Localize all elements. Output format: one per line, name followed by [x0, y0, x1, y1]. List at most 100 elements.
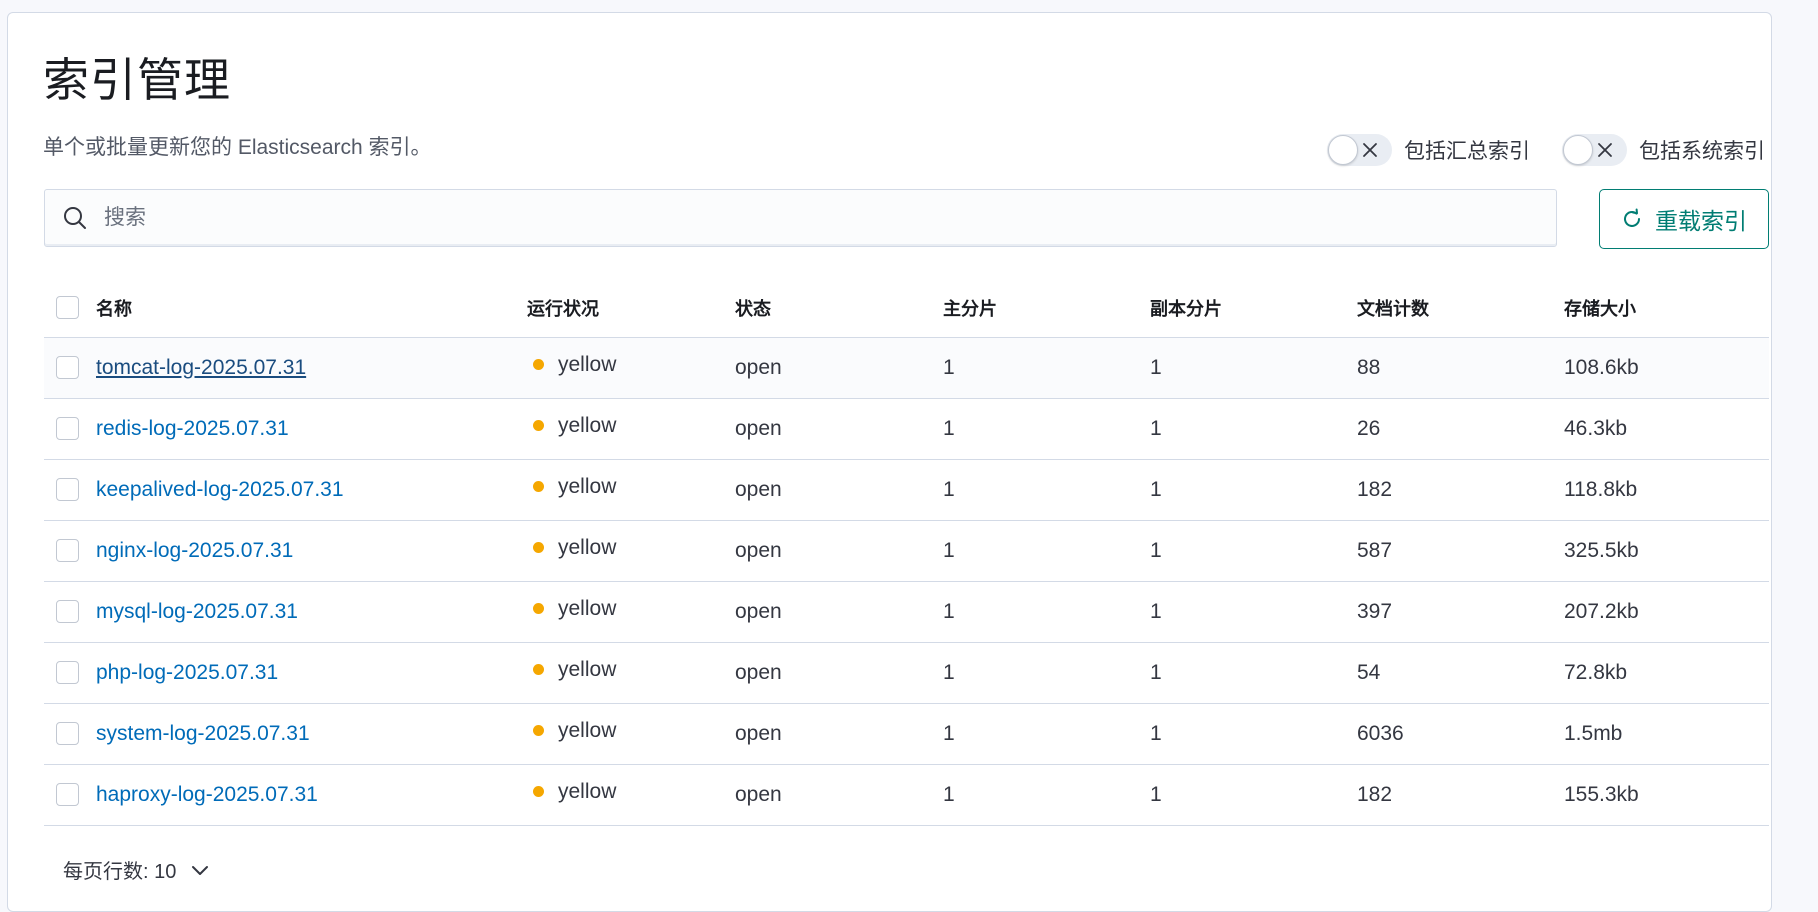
switch-knob — [1328, 135, 1358, 165]
index-name-link[interactable]: keepalived-log-2025.07.31 — [96, 478, 344, 501]
cross-icon — [1598, 143, 1612, 157]
replicas-cell: 1 — [1150, 642, 1357, 704]
row-checkbox[interactable] — [56, 600, 79, 624]
health-dot-icon — [533, 603, 544, 615]
replicas-cell: 1 — [1150, 337, 1357, 399]
row-select-cell — [44, 642, 96, 704]
include-rollup-label[interactable]: 包括汇总索引 — [1404, 135, 1530, 165]
row-select-cell — [44, 581, 96, 643]
docs-count-cell: 182 — [1357, 764, 1564, 826]
primaries-cell: 1 — [943, 642, 1150, 704]
index-name-cell: tomcat-log-2025.07.31 — [96, 337, 527, 399]
health-cell: yellow — [527, 459, 735, 521]
page-title: 索引管理 — [43, 54, 231, 106]
column-header-health[interactable]: 运行状况 — [527, 279, 735, 338]
reload-indices-label: 重载索引 — [1655, 208, 1747, 234]
index-name-link[interactable]: haproxy-log-2025.07.31 — [96, 783, 318, 806]
include-system-switch[interactable] — [1562, 134, 1627, 166]
index-name-link[interactable]: php-log-2025.07.31 — [96, 661, 278, 684]
chevron-down-icon — [192, 865, 209, 875]
docs-count-cell: 182 — [1357, 459, 1564, 521]
include-rollup-switch[interactable] — [1327, 134, 1392, 166]
column-header-name[interactable]: 名称 — [96, 279, 527, 338]
toggle-include-system: 包括系统索引 — [1562, 134, 1765, 166]
select-all-checkbox[interactable] — [56, 296, 79, 320]
primaries-cell: 1 — [943, 520, 1150, 582]
row-select-cell — [44, 703, 96, 765]
row-checkbox[interactable] — [56, 417, 79, 441]
health-dot-icon — [533, 481, 544, 493]
row-select-cell — [44, 520, 96, 582]
rows-per-page-label: 每页行数: 10 — [63, 861, 177, 883]
include-system-label[interactable]: 包括系统索引 — [1639, 135, 1765, 165]
cross-icon — [1363, 143, 1377, 157]
indices-table-body: tomcat-log-2025.07.31 yellow open 1 1 88 108.6… — [44, 337, 1769, 826]
replicas-cell: 1 — [1150, 459, 1357, 521]
replicas-cell: 1 — [1150, 764, 1357, 826]
rows-per-page-selector[interactable]: 每页行数: 10 — [63, 855, 210, 884]
health-dot-icon — [533, 420, 544, 432]
docs-count-cell: 88 — [1357, 337, 1564, 399]
index-name-link[interactable]: redis-log-2025.07.31 — [96, 417, 289, 440]
index-management-panel: 索引管理 单个或批量更新您的 Elasticsearch 索引。 包括汇总索引 … — [7, 12, 1772, 912]
health-dot-icon — [533, 786, 544, 798]
docs-count-cell: 26 — [1357, 398, 1564, 460]
health-cell: yellow — [527, 581, 735, 643]
column-header-status[interactable]: 状态 — [735, 279, 943, 338]
health-text: yellow — [558, 474, 617, 498]
storage-size-cell: 1.5mb — [1564, 703, 1769, 765]
health-text: yellow — [558, 596, 617, 620]
row-checkbox[interactable] — [56, 539, 79, 563]
status-cell: open — [735, 642, 943, 704]
toggle-include-rollup: 包括汇总索引 — [1327, 134, 1530, 166]
replicas-cell: 1 — [1150, 581, 1357, 643]
index-name-link[interactable]: mysql-log-2025.07.31 — [96, 600, 298, 623]
reload-indices-button[interactable]: 重载索引 — [1599, 189, 1769, 249]
primaries-cell: 1 — [943, 764, 1150, 826]
health-cell: yellow — [527, 703, 735, 765]
column-header-replicas[interactable]: 副本分片 — [1150, 279, 1357, 338]
row-checkbox[interactable] — [56, 661, 79, 685]
health-text: yellow — [558, 413, 617, 437]
health-dot-icon — [533, 725, 544, 737]
health-cell: yellow — [527, 337, 735, 399]
health-text: yellow — [558, 779, 617, 803]
status-cell: open — [735, 398, 943, 460]
index-name-cell: system-log-2025.07.31 — [96, 703, 527, 765]
health-cell: yellow — [527, 398, 735, 460]
table-row: php-log-2025.07.31 yellow open 1 1 54 72.8kb — [44, 642, 1769, 704]
primaries-cell: 1 — [943, 337, 1150, 399]
select-all-cell — [44, 279, 96, 338]
row-checkbox[interactable] — [56, 783, 79, 807]
row-checkbox[interactable] — [56, 722, 79, 746]
status-cell: open — [735, 581, 943, 643]
health-text: yellow — [558, 657, 617, 681]
table-row: redis-log-2025.07.31 yellow open 1 1 26 46.3kb — [44, 398, 1769, 460]
status-cell: open — [735, 459, 943, 521]
storage-size-cell: 72.8kb — [1564, 642, 1769, 704]
index-name-cell: php-log-2025.07.31 — [96, 642, 527, 704]
search-input[interactable] — [102, 205, 1502, 231]
docs-count-cell: 397 — [1357, 581, 1564, 643]
index-name-link[interactable]: tomcat-log-2025.07.31 — [96, 356, 306, 379]
row-checkbox[interactable] — [56, 478, 79, 502]
row-checkbox[interactable] — [56, 356, 79, 380]
index-name-link[interactable]: nginx-log-2025.07.31 — [96, 539, 293, 562]
index-name-cell: redis-log-2025.07.31 — [96, 398, 527, 460]
column-header-storage-size[interactable]: 存储大小 — [1564, 279, 1769, 338]
column-header-primaries[interactable]: 主分片 — [943, 279, 1150, 338]
table-row: nginx-log-2025.07.31 yellow open 1 1 587 325.5… — [44, 520, 1769, 582]
health-dot-icon — [533, 664, 544, 676]
storage-size-cell: 325.5kb — [1564, 520, 1769, 582]
primaries-cell: 1 — [943, 703, 1150, 765]
toggle-bar: 包括汇总索引 包括系统索引 — [1327, 134, 1765, 166]
indices-table: 名称 运行状况 状态 主分片 副本分片 文档计数 存储大小 tomcat-log… — [44, 279, 1769, 826]
row-select-cell — [44, 459, 96, 521]
table-row: mysql-log-2025.07.31 yellow open 1 1 397 207.2… — [44, 581, 1769, 643]
search-box — [44, 189, 1557, 247]
storage-size-cell: 118.8kb — [1564, 459, 1769, 521]
status-cell: open — [735, 764, 943, 826]
health-text: yellow — [558, 718, 617, 742]
index-name-link[interactable]: system-log-2025.07.31 — [96, 722, 310, 745]
column-header-docs-count[interactable]: 文档计数 — [1357, 279, 1564, 338]
